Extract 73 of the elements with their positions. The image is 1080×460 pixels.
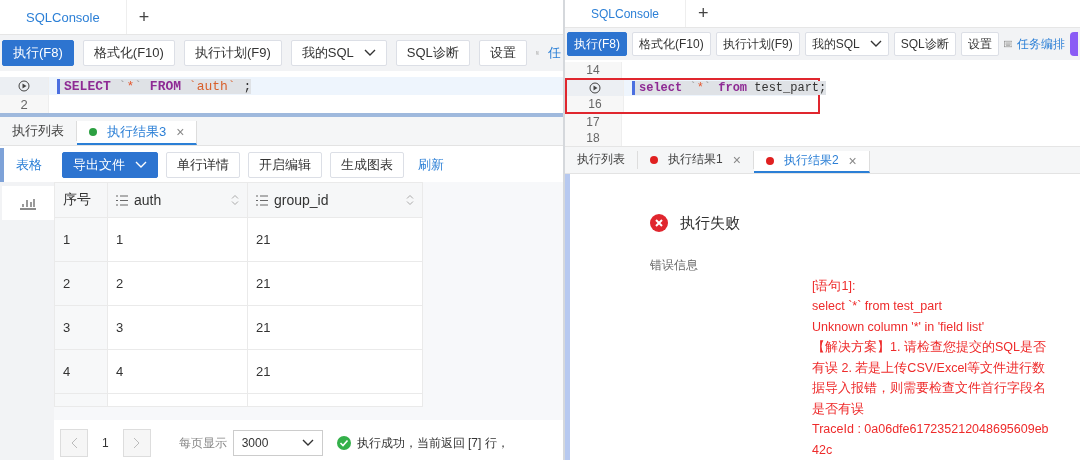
error-icon [650,214,668,232]
column-header: 序号 [54,182,108,218]
table-cell: 3 [63,320,71,335]
add-tab-button[interactable]: + [686,0,721,28]
page-size-select[interactable]: 3000 [232,430,323,456]
caret-icon [135,161,147,169]
toolbar-button[interactable]: 单行详情 [166,152,240,178]
status-message: 执行成功，当前返回 [7] 行， [356,434,509,452]
toolbar-button[interactable]: 格式化(F10) [632,32,711,57]
error-title: 执行失败 [680,213,740,233]
error-message: [语句1]: select `*` from test_part Unknown column '*' in 'field list' 【解决方案】1. 请检查您提交的SQL是否 有误 2. 若是上传CSV/Excel等文件进行数 据导入报错，则需要检查文件首行字段名 是否有误 TraceId : 0a06dfe617235212048695609eb 42c [812,277,1050,459]
previous-page-button[interactable] [60,429,88,457]
column-header[interactable]: group_id [247,182,423,218]
list-icon [256,194,268,206]
caret-icon [869,40,882,49]
table-cell: 4 [63,364,71,379]
toolbar-link[interactable]: 任 [548,44,561,62]
list-icon [116,194,128,206]
result-tab[interactable]: 执行结果1 × [638,151,754,169]
error-label: 错误信息 [650,256,699,274]
table-cell: 4 [116,364,124,379]
toolbar-button[interactable]: 设置 [478,40,527,66]
run-button[interactable]: 执行(F8) [567,32,627,57]
toolbar-button[interactable]: SQL诊断 [893,32,956,57]
refresh-link[interactable]: 刷新 [412,156,444,174]
result-tab[interactable]: 执行结果3 × [77,121,198,145]
toolbar-button[interactable]: 格式化(F10) [82,40,175,66]
sort-icon[interactable] [406,194,414,206]
toolbar-button[interactable]: SQL诊断 [395,40,470,66]
toolbar-button[interactable] [1070,32,1078,57]
toolbar-button[interactable]: 执行计划(F9) [183,40,282,66]
caret-icon [363,49,376,57]
result-tab[interactable]: 执行结果2 × [753,151,870,173]
line-number: 17 [586,115,600,130]
sort-icon[interactable] [231,194,239,206]
table-cell: 1 [63,232,71,247]
line-number: 14 [586,63,600,78]
line-number: 18 [586,131,600,146]
table-cell: 3 [116,320,124,335]
toolbar-button[interactable]: 设置 [960,32,999,57]
page-size-label: 每页显示 [178,434,227,452]
keyboard-icon[interactable] [1003,38,1012,51]
view-tab[interactable]: 表格 [4,156,54,174]
caret-icon [301,439,314,447]
dropdown-button[interactable]: 我的SQL [804,32,889,57]
next-page-button[interactable] [122,429,151,457]
column-header[interactable]: auth [107,182,248,218]
close-icon[interactable]: × [176,124,185,140]
table-cell: 2 [116,276,124,291]
page-number: 1 [101,436,110,450]
chevron-right-icon[interactable] [133,437,141,449]
result-tab[interactable]: 执行列表 [565,151,638,169]
toolbar-button[interactable]: 生成图表 [330,152,404,178]
run-button[interactable]: 执行(F8) [2,40,74,66]
dropdown-button[interactable]: 我的SQL [290,40,387,66]
bar-chart-icon[interactable] [19,196,37,210]
table-cell: 21 [256,364,271,379]
chevron-left-icon[interactable] [70,437,78,449]
toolbar-link[interactable]: 任务编排 [1017,35,1065,53]
table-cell: 1 [116,232,124,247]
side-tab[interactable] [2,186,54,220]
table-cell: 21 [256,320,271,335]
table-cell: 21 [256,232,271,247]
table-cell: 21 [256,276,271,291]
toolbar-button[interactable]: 开启编辑 [248,152,322,178]
line-number: 2 [20,96,28,112]
table-cell: 2 [63,276,71,291]
toolbar-button[interactable]: 执行计划(F9) [715,32,800,57]
close-icon[interactable]: × [848,152,857,169]
success-icon [336,436,351,450]
add-tab-button[interactable]: + [126,0,162,34]
line-number: 16 [588,97,602,112]
export-button[interactable]: 导出文件 [62,152,158,178]
